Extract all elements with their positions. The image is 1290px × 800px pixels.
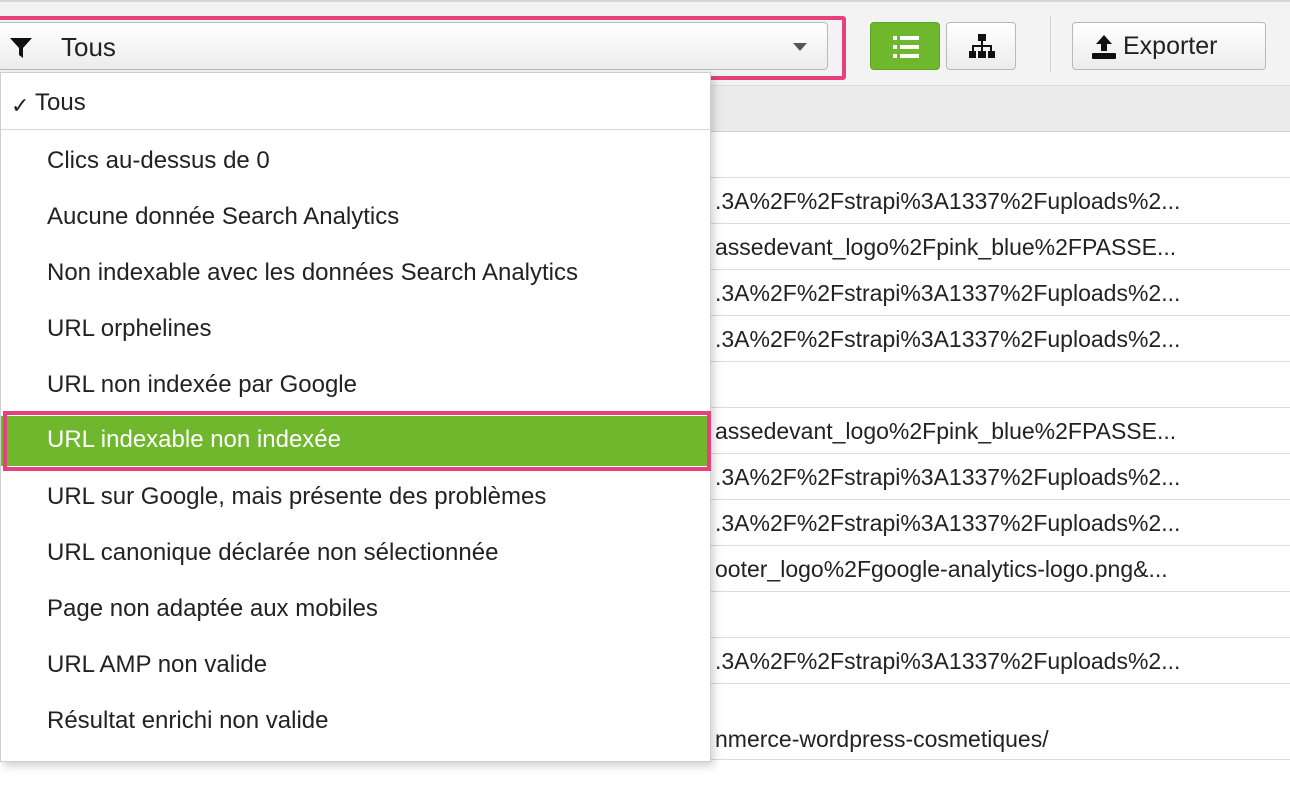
dropdown-divider [1, 129, 710, 130]
dropdown-item[interactable]: URL canonique déclarée non sélectionnée [1, 529, 710, 579]
dropdown-item[interactable]: Non indexable avec les données Search An… [1, 249, 710, 299]
dropdown-item-tous[interactable]: ✓ Tous [1, 79, 710, 129]
toolbar-separator [1050, 16, 1051, 72]
export-label: Exporter [1123, 32, 1218, 60]
filter-dropdown-menu: ✓ Tous Clics au-dessus de 0 Aucune donné… [0, 72, 711, 762]
dropdown-item[interactable]: Aucune donnée Search Analytics [1, 193, 710, 243]
dropdown-item[interactable]: Clics au-dessus de 0 [1, 137, 710, 187]
dropdown-item[interactable]: Résultat enrichi non valide [1, 697, 710, 747]
export-button[interactable]: Exporter [1072, 22, 1266, 70]
filter-highlight [0, 16, 846, 80]
dropdown-item[interactable]: Page non adaptée aux mobiles [1, 585, 710, 635]
dropdown-item[interactable]: URL sur Google, mais présente des problè… [1, 473, 710, 523]
dropdown-item[interactable]: URL orphelines [1, 305, 710, 355]
sitemap-icon [969, 34, 995, 58]
upload-icon [1092, 35, 1116, 59]
list-view-button[interactable] [870, 22, 940, 70]
active-item-highlight [3, 411, 711, 471]
check-icon: ✓ [11, 93, 30, 118]
tree-view-button[interactable] [946, 22, 1016, 70]
dropdown-item[interactable]: URL non indexée par Google [1, 361, 710, 411]
list-icon [893, 36, 919, 58]
dropdown-item[interactable]: URL AMP non valide [1, 641, 710, 691]
